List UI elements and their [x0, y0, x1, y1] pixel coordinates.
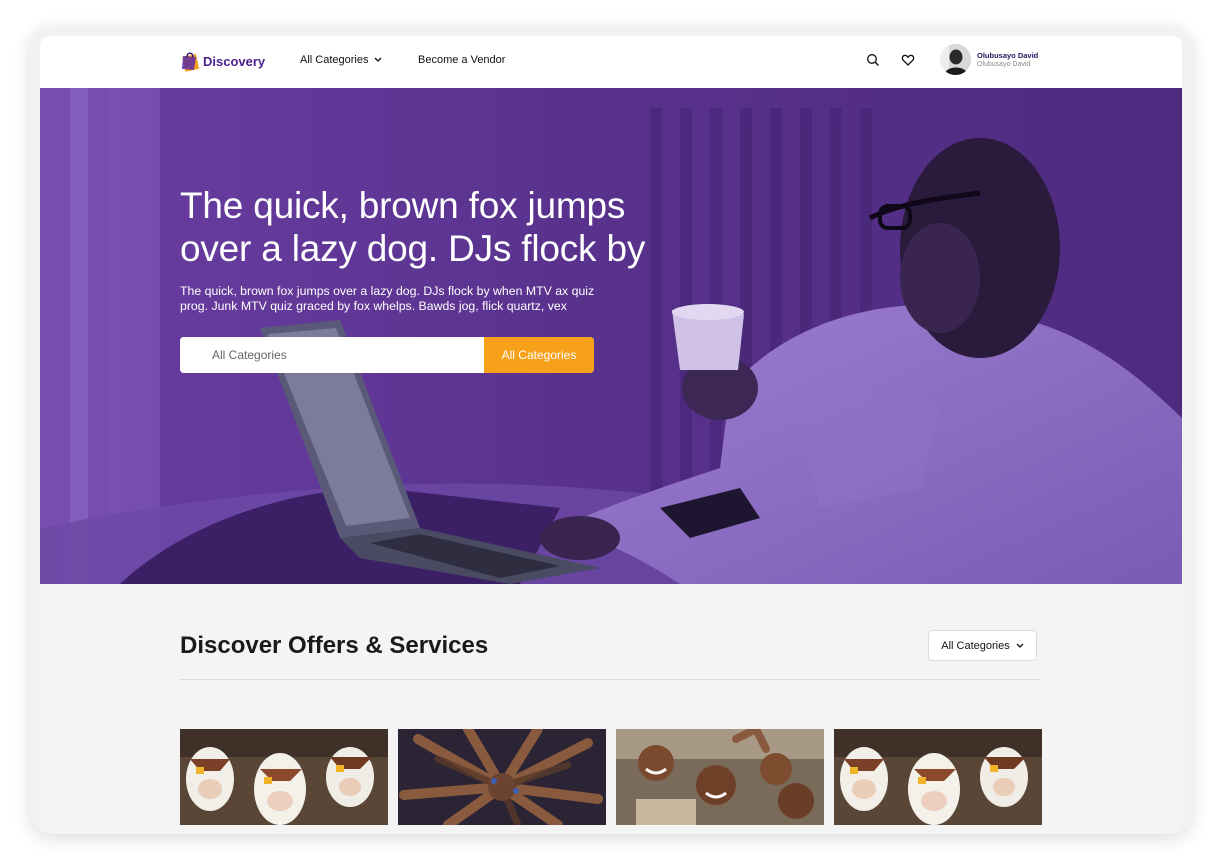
- hero-search-bar: All Categories: [180, 337, 594, 373]
- chevron-down-icon: [374, 54, 382, 66]
- top-navbar: Discovery All Categories Become a Vendor: [40, 36, 1182, 88]
- page: Discovery All Categories Become a Vendor: [40, 36, 1182, 834]
- offer-card-image[interactable]: [180, 729, 388, 825]
- user-subtitle: Olubusayo David: [977, 61, 1031, 68]
- hero-title: The quick, brown fox jumps over a lazy d…: [180, 185, 646, 269]
- avatar[interactable]: [940, 44, 971, 75]
- offer-card-image[interactable]: [616, 729, 824, 825]
- hero-search-button[interactable]: All Categories: [484, 337, 594, 373]
- joined-hands-photo: [398, 729, 606, 825]
- hero-background-photo: [40, 88, 1182, 584]
- cows-photo: [180, 729, 388, 825]
- logo-text: Discovery: [203, 53, 266, 69]
- category-filter-dropdown[interactable]: All Categories: [928, 630, 1037, 661]
- section-title: Discover Offers & Services: [180, 632, 489, 659]
- heart-icon[interactable]: [901, 53, 915, 67]
- category-filter-label: All Categories: [941, 639, 1010, 652]
- offer-card-image[interactable]: [834, 729, 1042, 825]
- hero-subtitle: The quick, brown fox jumps over a lazy d…: [180, 284, 595, 313]
- chevron-down-icon: [1016, 640, 1024, 652]
- hero-search-input[interactable]: [180, 337, 484, 373]
- cows-photo: [834, 729, 1042, 825]
- user-name: Olubusayo David: [977, 51, 1039, 60]
- browser-frame: Discovery All Categories Become a Vendor: [30, 26, 1192, 834]
- smiling-children-photo: [616, 729, 824, 825]
- search-icon[interactable]: [866, 53, 880, 67]
- offer-card-image[interactable]: [398, 729, 606, 825]
- shopping-bag-logo-icon: [180, 50, 200, 72]
- nav-all-categories-label: All Categories: [300, 54, 369, 66]
- section-divider: [180, 679, 1040, 680]
- nav-all-categories[interactable]: All Categories: [300, 54, 382, 66]
- hero-banner: The quick, brown fox jumps over a lazy d…: [40, 88, 1182, 584]
- nav-become-vendor[interactable]: Become a Vendor: [418, 54, 505, 66]
- logo[interactable]: Discovery: [180, 48, 265, 74]
